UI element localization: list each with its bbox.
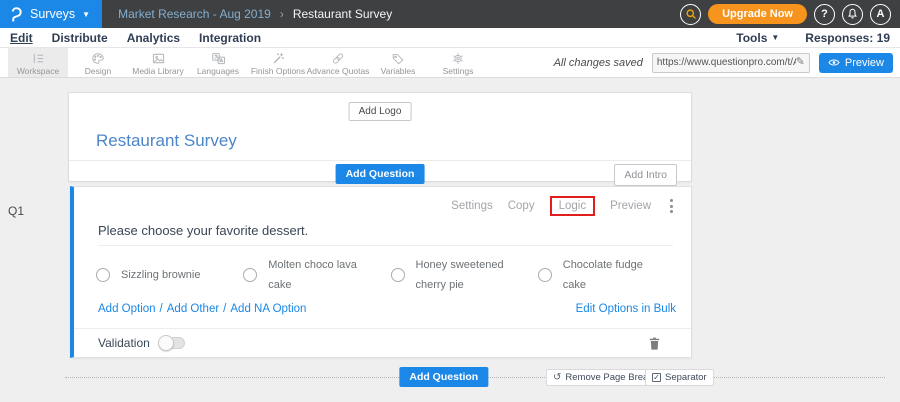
eye-icon [828,58,840,67]
search-icon [685,8,697,20]
add-logo-button[interactable]: Add Logo [349,102,412,121]
toolbar-item-workspace[interactable]: Workspace [8,48,68,77]
edit-url-icon[interactable]: ✎ [796,57,805,68]
image-icon [151,51,166,65]
breadcrumb-survey-name[interactable]: Restaurant Survey [293,7,392,21]
edit-options-in-bulk-link[interactable]: Edit Options in Bulk [576,303,676,315]
remove-page-break-button[interactable]: ↺ Remove Page Break [546,369,660,386]
delete-question-icon[interactable] [648,336,661,351]
gear-icon [451,51,465,65]
chevron-down-icon: ▼ [82,10,90,19]
divider [69,160,691,161]
validation-label: Validation [98,336,150,350]
palette-icon [91,51,105,65]
responses-count[interactable]: Responses: 19 [805,31,890,45]
breadcrumb: Market Research - Aug 2019 › Restaurant … [118,7,392,21]
tab-analytics[interactable]: Analytics [127,31,180,45]
answer-option-2[interactable]: Molten choco lava cake [243,255,386,296]
answer-options: Sizzling brownie Molten choco lava cake … [96,255,681,296]
answer-option-4[interactable]: Chocolate fudge cake [538,255,681,296]
question-preview-link[interactable]: Preview [610,200,651,212]
notifications-button[interactable] [842,4,863,25]
more-options-icon[interactable] [666,197,677,215]
question-block-q1: Settings Copy Logic Preview Please choos… [70,186,692,358]
answer-option-3[interactable]: Honey sweetened cherry pie [391,255,534,296]
survey-url-input[interactable] [657,57,796,68]
add-question-button-bottom[interactable]: Add Question [399,367,488,387]
surveys-menu-button[interactable]: Surveys ▼ [0,0,102,28]
question-logic-link-highlighted[interactable]: Logic [550,196,596,216]
tab-distribute[interactable]: Distribute [52,31,108,45]
avatar[interactable]: A [870,4,891,25]
toolbar-item-design[interactable]: Design [68,48,128,77]
add-other-link[interactable]: Add Other [167,303,219,315]
question-footer: Validation [74,328,691,357]
bell-icon [847,8,858,20]
wand-icon [271,51,285,65]
questionpro-survey-editor: Surveys ▼ Market Research - Aug 2019 › R… [0,0,900,402]
preview-button[interactable]: Preview [819,53,893,73]
tab-edit[interactable]: Edit [10,31,33,45]
divider [98,245,673,246]
add-option-link[interactable]: Add Option [98,303,156,315]
radio-icon[interactable] [391,268,405,282]
brand-label: Surveys [30,7,75,21]
chevron-down-icon: ▼ [771,33,779,42]
question-copy-link[interactable]: Copy [508,200,535,212]
toolbar-item-advance-quotas[interactable]: Advance Quotas [308,48,368,77]
survey-url-box: ✎ [652,53,810,73]
toolbar-item-settings[interactable]: Settings [428,48,488,77]
tag-icon [391,51,405,65]
menubar-right: Tools ▼ Responses: 19 [736,31,890,45]
add-question-button-top[interactable]: Add Question [336,164,425,184]
radio-icon[interactable] [538,268,552,282]
topbar-actions: Upgrade Now ? A [680,4,900,25]
survey-title[interactable]: Restaurant Survey [96,131,237,151]
workspace-icon [31,51,46,65]
help-button[interactable]: ? [814,4,835,25]
toolbar-item-finish-options[interactable]: Finish Options [248,48,308,77]
validation-toggle[interactable] [159,337,185,349]
translate-icon [211,51,226,65]
checkbox-checked-icon[interactable]: ✓ [652,373,661,382]
editor-toolbar: Workspace Design Media Library Languages… [0,48,900,78]
toolbar-right: All changes saved ✎ Preview [554,48,900,77]
add-intro-button[interactable]: Add Intro [614,164,677,186]
questionpro-logo-icon [10,7,23,22]
question-text[interactable]: Please choose your favorite dessert. [98,223,308,238]
avatar-initial: A [877,8,885,20]
breadcrumb-folder[interactable]: Market Research - Aug 2019 [118,7,271,21]
radio-icon[interactable] [243,268,257,282]
survey-header-card: Add Logo Restaurant Survey Add Question … [68,92,692,182]
remove-page-break-icon: ↺ [553,373,561,383]
separator-toggle[interactable]: ✓ Separator [645,369,714,386]
tools-dropdown[interactable]: Tools ▼ [736,31,779,45]
option-links-row: Add Option / Add Other / Add NA Option E… [98,303,676,315]
breadcrumb-separator: › [280,7,284,21]
radio-icon[interactable] [96,268,110,282]
toolbar-item-media-library[interactable]: Media Library [128,48,188,77]
survey-menu-bar: Edit Distribute Analytics Integration To… [0,28,900,48]
tools-label: Tools [736,31,767,45]
autosave-status: All changes saved [554,57,643,69]
toolbar-item-variables[interactable]: Variables [368,48,428,77]
help-icon: ? [821,8,828,20]
toolbar-item-languages[interactable]: Languages [188,48,248,77]
preview-label: Preview [845,57,884,69]
question-actions: Settings Copy Logic Preview [451,196,677,216]
chain-link-icon [331,51,345,65]
answer-option-1[interactable]: Sizzling brownie [96,255,239,296]
question-settings-link[interactable]: Settings [451,200,493,212]
search-button[interactable] [680,4,701,25]
add-na-option-link[interactable]: Add NA Option [230,303,306,315]
toggle-knob [158,335,174,351]
question-number-label: Q1 [8,204,24,218]
tab-integration[interactable]: Integration [199,31,261,45]
upgrade-now-button[interactable]: Upgrade Now [708,4,807,24]
top-bar: Surveys ▼ Market Research - Aug 2019 › R… [0,0,900,28]
